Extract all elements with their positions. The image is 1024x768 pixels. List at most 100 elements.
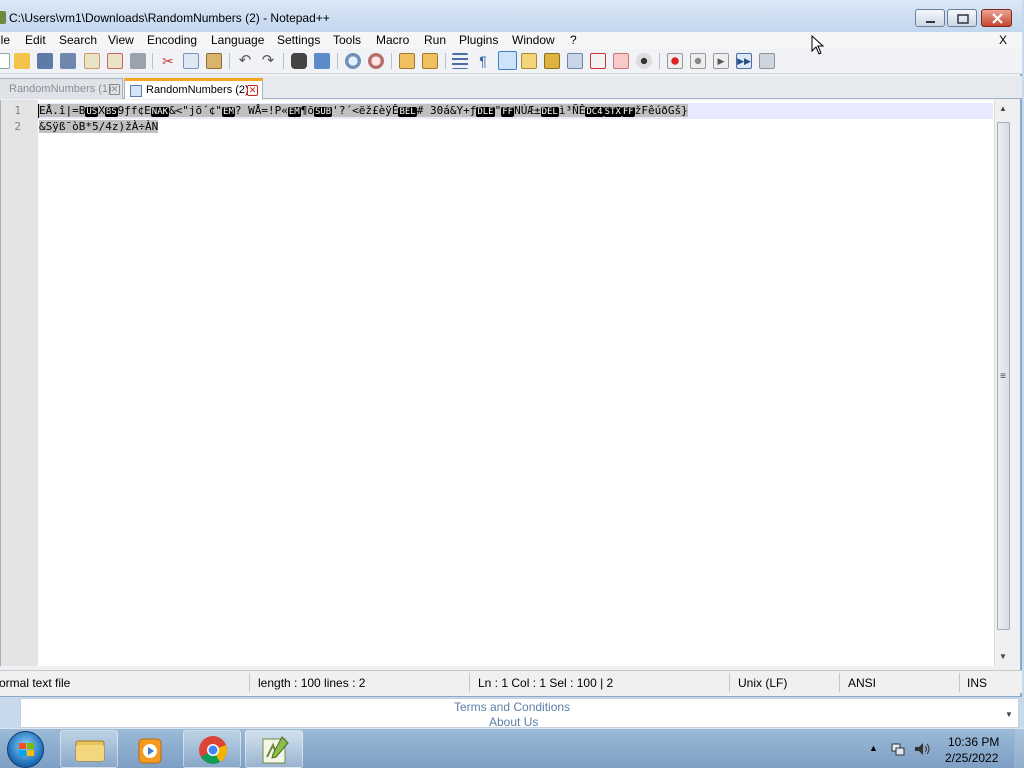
menu-file[interactable]: ile xyxy=(0,33,10,47)
tab-randomnumbers-1[interactable]: RandomNumbers (1) ✕ xyxy=(0,78,123,99)
code-line-1[interactable]: EÅ.î|=BUSXBS9ƒf¢ENAK&<"jõ´¢"EM? WÅ=!P«EM… xyxy=(39,104,688,117)
scroll-grip-icon: ≡ xyxy=(1000,371,1006,382)
indent-guide-icon[interactable] xyxy=(498,51,517,70)
menu-language[interactable]: Language xyxy=(211,33,264,47)
paste-icon[interactable] xyxy=(206,53,222,69)
text-run: žFêúðGš} xyxy=(634,104,688,117)
close-window-button[interactable] xyxy=(981,9,1012,27)
show-all-chars-icon[interactable]: ¶ xyxy=(475,53,491,69)
doc-list-icon[interactable] xyxy=(590,53,606,69)
control-char-badge: DC4 xyxy=(585,107,604,117)
toolbar-separator xyxy=(445,53,446,69)
doc-map-icon[interactable] xyxy=(521,53,537,69)
volume-icon[interactable] xyxy=(913,741,931,757)
folder-as-workspace-icon[interactable] xyxy=(567,53,583,69)
text-editor[interactable]: 1 2 EÅ.î|=BUSXBS9ƒf¢ENAK&<"jõ´¢"EM? WÅ=!… xyxy=(0,100,1011,666)
toolbar-separator xyxy=(391,53,392,69)
clock-date[interactable]: 2/25/2022 xyxy=(945,751,998,765)
menu-run[interactable]: Run xyxy=(424,33,446,47)
menu-macro[interactable]: Macro xyxy=(376,33,409,47)
cut-icon[interactable]: ✂ xyxy=(160,53,176,69)
toolbar-separator xyxy=(229,53,230,69)
file-explorer-icon xyxy=(75,740,105,762)
find-icon[interactable] xyxy=(291,53,307,69)
mouse-cursor-icon xyxy=(811,35,825,55)
monitoring-icon[interactable] xyxy=(613,53,629,69)
code-line-2[interactable]: &Sÿß¯òB*5/4z)žÀ÷ÀN xyxy=(39,120,159,133)
scroll-up-icon[interactable]: ▲ xyxy=(999,104,1007,113)
start-button[interactable] xyxy=(7,731,44,768)
menu-window[interactable]: Window xyxy=(512,33,555,47)
word-wrap-icon[interactable] xyxy=(452,53,468,69)
toolbar-separator xyxy=(283,53,284,69)
zoom-out-icon[interactable] xyxy=(368,53,384,69)
tab-close-icon[interactable]: ✕ xyxy=(247,85,258,96)
menu-encoding[interactable]: Encoding xyxy=(147,33,197,47)
windows-logo-icon xyxy=(19,743,34,756)
media-player-icon xyxy=(138,738,162,764)
text-run: &<"jõ´¢" xyxy=(169,104,223,117)
save-macro-icon[interactable] xyxy=(759,53,775,69)
replace-icon[interactable] xyxy=(314,53,330,69)
terms-link[interactable]: Terms and Conditions xyxy=(454,700,570,714)
open-file-icon[interactable] xyxy=(14,53,30,69)
menu-tools[interactable]: Tools xyxy=(333,33,361,47)
menu-plugins[interactable]: Plugins xyxy=(459,33,498,47)
run-macro-multiple-icon[interactable]: ▶▶ xyxy=(736,53,752,69)
taskbar: ▲ 10:36 PM 2/25/2022 xyxy=(0,728,1024,768)
redo-icon[interactable]: ↷ xyxy=(260,53,276,69)
playback-icon[interactable]: ▶ xyxy=(713,53,729,69)
undo-icon[interactable]: ↶ xyxy=(237,53,253,69)
network-icon[interactable] xyxy=(890,741,906,757)
minimize-icon xyxy=(926,21,935,23)
about-link[interactable]: About Us xyxy=(489,715,538,727)
vertical-scrollbar[interactable]: ▲ ≡ ▼ xyxy=(994,100,1011,666)
clock-time[interactable]: 10:36 PM xyxy=(948,735,999,749)
tab-label: RandomNumbers (2) xyxy=(146,84,249,96)
control-char-badge: US xyxy=(85,107,99,117)
text-run: # 30á&Y+ƒ xyxy=(416,104,477,117)
save-all-icon[interactable] xyxy=(60,53,76,69)
minimize-button[interactable] xyxy=(915,9,945,27)
menu-search[interactable]: Search xyxy=(59,33,97,47)
eye-icon[interactable] xyxy=(636,53,652,69)
status-length-lines: length : 100 lines : 2 xyxy=(258,676,366,690)
record-macro-icon[interactable] xyxy=(667,53,683,69)
text-run: EÅ.î|=B xyxy=(39,104,86,117)
sync-vertical-icon[interactable] xyxy=(399,53,415,69)
control-char-badge: FF xyxy=(501,107,515,117)
chrome-icon xyxy=(199,736,227,764)
taskbar-media-player[interactable] xyxy=(121,730,179,768)
show-desktop-button[interactable] xyxy=(1014,729,1024,768)
show-hidden-icons-icon[interactable]: ▲ xyxy=(869,743,878,753)
zoom-in-icon[interactable] xyxy=(345,53,361,69)
tab-close-icon[interactable]: ✕ xyxy=(109,84,120,95)
new-file-icon[interactable] xyxy=(0,53,10,69)
tab-randomnumbers-2[interactable]: RandomNumbers (2) ✕ xyxy=(124,78,263,99)
scroll-down-icon[interactable]: ▼ xyxy=(999,652,1007,661)
toolbar: ✂ ↶ ↷ ¶ ▶ ▶▶ xyxy=(0,49,1022,74)
close-file-icon[interactable] xyxy=(84,53,100,69)
close-all-icon[interactable] xyxy=(107,53,123,69)
taskbar-file-explorer[interactable] xyxy=(60,730,118,768)
print-icon[interactable] xyxy=(130,53,146,69)
taskbar-chrome[interactable] xyxy=(183,730,241,768)
menu-edit[interactable]: Edit xyxy=(25,33,46,47)
status-separator xyxy=(249,673,250,692)
restore-icon xyxy=(957,14,969,24)
maximize-button[interactable] xyxy=(947,9,977,27)
close-document-button[interactable]: X xyxy=(999,33,1007,47)
menu-view[interactable]: View xyxy=(108,33,134,47)
sync-horizontal-icon[interactable] xyxy=(422,53,438,69)
save-icon[interactable] xyxy=(37,53,53,69)
title-bar[interactable]: C:\Users\vm1\Downloads\RandomNumbers (2)… xyxy=(0,0,1022,32)
menu-help[interactable]: ? xyxy=(570,33,577,47)
function-list-icon[interactable] xyxy=(544,53,560,69)
window-title: C:\Users\vm1\Downloads\RandomNumbers (2)… xyxy=(9,11,330,25)
copy-icon[interactable] xyxy=(183,53,199,69)
taskbar-notepadpp[interactable] xyxy=(245,730,303,768)
menu-settings[interactable]: Settings xyxy=(277,33,320,47)
scroll-down-icon[interactable]: ▼ xyxy=(1005,710,1013,719)
stop-record-icon[interactable] xyxy=(690,53,706,69)
control-char-badge: SUB xyxy=(313,107,333,117)
